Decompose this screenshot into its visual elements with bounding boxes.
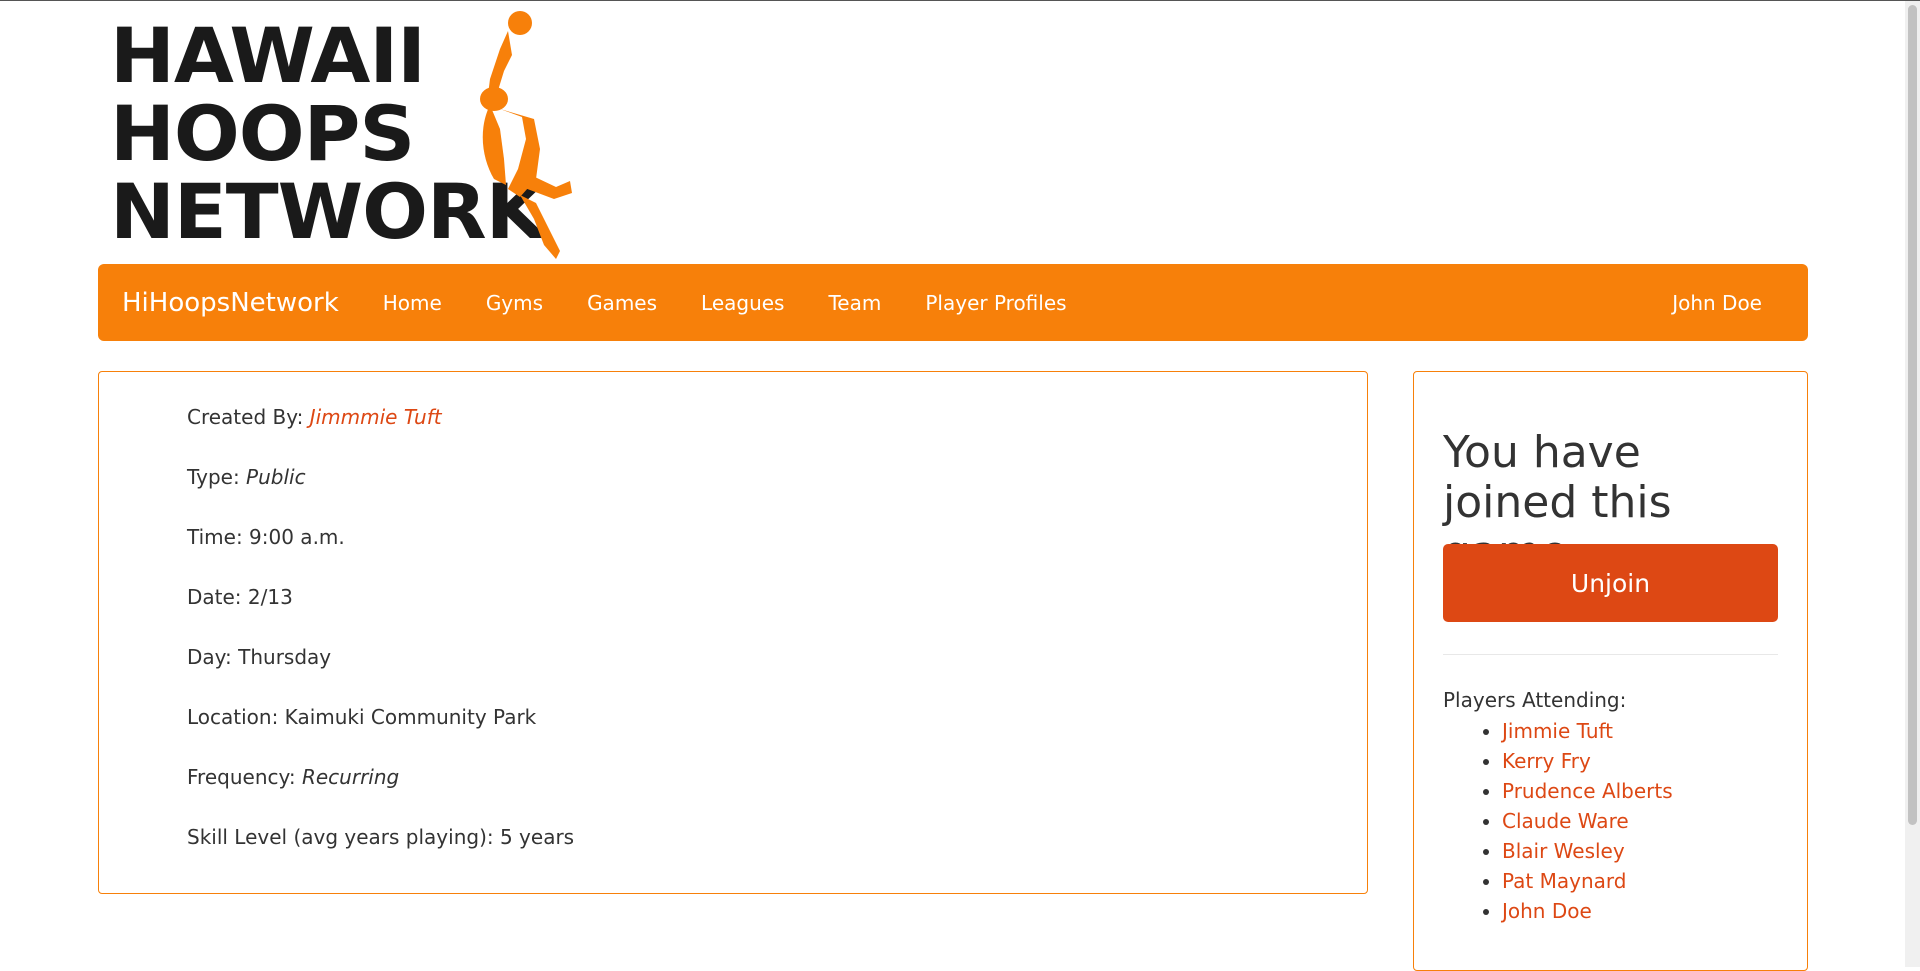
nav-item-leagues[interactable]: Leagues	[679, 291, 806, 315]
list-item: Kerry Fry	[1502, 746, 1673, 776]
list-item: Claude Ware	[1502, 806, 1673, 836]
navbar-brand[interactable]: HiHoopsNetwork	[122, 288, 339, 318]
detail-time: Time: 9:00 a.m.	[187, 525, 345, 549]
nav-item-games[interactable]: Games	[565, 291, 679, 315]
list-item: Jimmie Tuft	[1502, 716, 1673, 746]
sidebar-divider	[1443, 654, 1778, 655]
basketball-player-icon	[480, 11, 572, 259]
list-item: Prudence Alberts	[1502, 776, 1673, 806]
player-link[interactable]: John Doe	[1502, 899, 1592, 923]
player-link[interactable]: Blair Wesley	[1502, 839, 1625, 863]
type-value: Public	[246, 465, 306, 489]
frequency-value: Recurring	[301, 765, 400, 789]
player-link[interactable]: Prudence Alberts	[1502, 779, 1673, 803]
detail-day: Day: Thursday	[187, 645, 332, 669]
frequency-label: Frequency:	[187, 765, 296, 789]
nav-item-gyms[interactable]: Gyms	[464, 291, 565, 315]
player-link[interactable]: Claude Ware	[1502, 809, 1629, 833]
unjoin-button[interactable]: Unjoin	[1443, 544, 1778, 622]
player-link[interactable]: Kerry Fry	[1502, 749, 1591, 773]
detail-frequency: Frequency: Recurring	[187, 765, 399, 789]
nav-item-team[interactable]: Team	[806, 291, 903, 315]
list-item: John Doe	[1502, 896, 1673, 926]
scrollbar-thumb[interactable]	[1908, 5, 1917, 825]
page-scrollbar[interactable]	[1905, 1, 1920, 967]
detail-created-by: Created By: Jimmmie Tuft	[187, 405, 442, 429]
created-by-label: Created By:	[187, 405, 304, 429]
main-navbar: HiHoopsNetwork Home Gyms Games Leagues T…	[98, 264, 1808, 341]
players-attending-list: Jimmie Tuft Kerry Fry Prudence Alberts C…	[1474, 716, 1673, 926]
nav-user-menu[interactable]: John Doe	[1672, 291, 1762, 315]
game-details-panel: Created By: Jimmmie Tuft Type: Public Ti…	[98, 371, 1368, 894]
detail-date: Date: 2/13	[187, 585, 293, 609]
detail-skill-level: Skill Level (avg years playing): 5 years	[187, 825, 575, 849]
created-by-link[interactable]: Jimmmie Tuft	[310, 405, 442, 429]
site-logo: HAWAII HOOPS NETWORK	[110, 9, 588, 261]
player-link[interactable]: Pat Maynard	[1502, 869, 1626, 893]
nav-item-player-profiles[interactable]: Player Profiles	[903, 291, 1088, 315]
detail-type: Type: Public	[187, 465, 306, 489]
detail-location: Location: Kaimuki Community Park	[187, 705, 537, 729]
type-label: Type:	[187, 465, 240, 489]
players-attending-label: Players Attending:	[1443, 688, 1627, 712]
list-item: Blair Wesley	[1502, 836, 1673, 866]
list-item: Pat Maynard	[1502, 866, 1673, 896]
player-link[interactable]: Jimmie Tuft	[1502, 719, 1613, 743]
nav-item-home[interactable]: Home	[361, 291, 464, 315]
join-status-panel: You have joined this game Unjoin Players…	[1413, 371, 1808, 971]
